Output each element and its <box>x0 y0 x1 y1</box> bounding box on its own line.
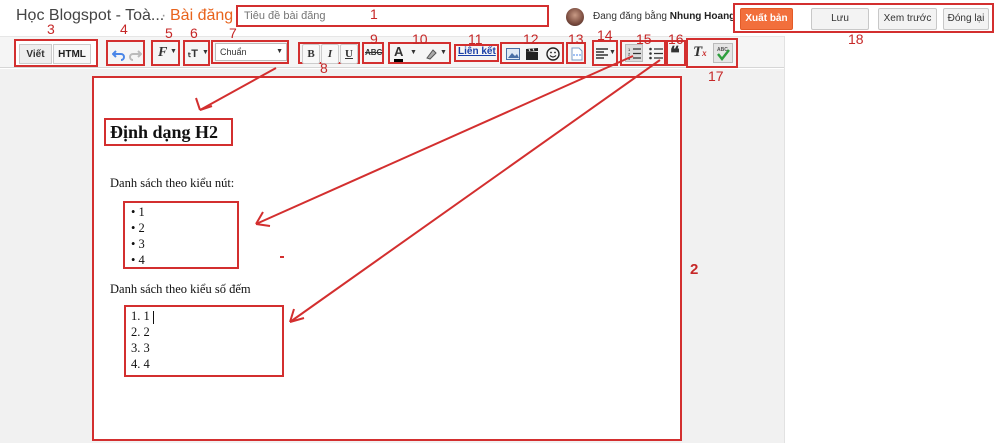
annotation-mark <box>280 256 284 258</box>
highlight-icon[interactable] <box>424 47 438 61</box>
chevron-down-icon: ▼ <box>202 49 209 56</box>
bullet-caption[interactable]: Danh sách theo kiểu nút: <box>110 176 234 191</box>
chevron-down-icon: ▼ <box>170 48 177 55</box>
annotation-number: 13 <box>568 31 584 47</box>
ordered-list: 1. 1 2. 2 3. 3 4. 4 <box>124 305 284 377</box>
annotation-number: 5 <box>165 25 173 41</box>
clear-spell-group: Tx ABC <box>686 38 738 68</box>
annotation-number: 17 <box>708 68 724 84</box>
annotation-number: 12 <box>523 31 539 47</box>
bullet-list: • 1 • 2 • 3 • 4 <box>123 201 239 269</box>
annotation-number: 7 <box>229 25 237 41</box>
video-icon[interactable] <box>525 47 539 61</box>
align-group: ▼ <box>592 40 618 66</box>
list-item[interactable]: 4. 4 <box>131 357 150 372</box>
clear-format-icon[interactable]: Tx <box>693 44 707 61</box>
svg-text:3: 3 <box>628 56 631 60</box>
redo-icon[interactable] <box>128 47 142 61</box>
avatar[interactable] <box>566 8 584 26</box>
list-item[interactable]: 1. 1 <box>131 309 150 324</box>
list-item[interactable]: • 3 <box>131 237 145 252</box>
bold-button[interactable]: B <box>302 44 320 64</box>
spellcheck-icon: ABC <box>717 47 730 61</box>
annotation-number: 16 <box>668 31 684 47</box>
list-item[interactable]: 2. 2 <box>131 325 150 340</box>
annotation-number: 11 <box>468 31 483 47</box>
page-label: Bài đăng <box>170 7 234 24</box>
font-size-icon[interactable]: ₜT <box>188 47 198 60</box>
annotation-number: 10 <box>412 31 428 47</box>
blog-title[interactable]: Học Blogspot - Toà... <box>16 7 164 25</box>
strikethrough-button[interactable]: ABC <box>365 48 382 57</box>
annotation-number: 3 <box>47 21 55 37</box>
annotation-number: 14 <box>597 27 613 43</box>
list-item[interactable]: • 1 <box>131 205 145 220</box>
chevron-down-icon: ▼ <box>609 49 616 56</box>
close-button[interactable]: Đóng lại <box>943 8 989 30</box>
html-mode-button[interactable]: HTML <box>53 44 91 64</box>
image-icon[interactable] <box>506 48 520 60</box>
action-buttons-group: Xuất bản Lưu Xem trước Đóng lại <box>733 3 994 33</box>
text-style-group: B I U <box>298 42 360 64</box>
compose-mode-button[interactable]: Viết <box>19 44 52 64</box>
chevron-down-icon: ▼ <box>410 49 417 56</box>
font-family-group: F ▼ <box>151 40 180 66</box>
annotation-number: 6 <box>190 25 198 41</box>
annotation-number: 8 <box>320 60 328 76</box>
save-button[interactable]: Lưu <box>811 8 869 30</box>
font-icon[interactable]: F <box>158 45 167 61</box>
format-group: Chuẩn ▼ <box>211 40 289 64</box>
list-item[interactable]: • 2 <box>131 221 145 236</box>
publish-button[interactable]: Xuất bản <box>740 8 793 30</box>
chevron-down-icon: ▼ <box>276 48 283 55</box>
annotation-number: 2 <box>690 261 699 278</box>
mode-switch: Viết HTML <box>14 39 98 67</box>
annotation-number: 18 <box>848 31 864 47</box>
post-title-field <box>236 5 549 27</box>
post-title-input[interactable] <box>238 7 547 25</box>
bullet-list-icon[interactable] <box>649 47 663 60</box>
align-icon[interactable] <box>596 48 608 59</box>
author-status: Đang đăng bằng Nhung Hoang <box>593 11 735 22</box>
font-size-group: ₜT ▼ <box>183 40 210 66</box>
link-button[interactable]: Liên kết <box>458 46 496 57</box>
heading-box: Định dạng H2 <box>104 118 233 146</box>
undo-redo-group <box>106 40 145 66</box>
list-item[interactable]: 3. 3 <box>131 341 150 356</box>
right-sidebar <box>784 36 1000 443</box>
annotation-number: 4 <box>120 21 128 37</box>
list-item[interactable]: • 4 <box>131 253 145 268</box>
annotation-number: 1 <box>370 6 378 22</box>
undo-icon[interactable] <box>112 47 126 61</box>
author-name: Nhung Hoang <box>669 11 736 22</box>
heading-h2[interactable]: Định dạng H2 <box>110 122 218 143</box>
emoji-icon[interactable] <box>546 47 560 61</box>
title-separator: · <box>161 7 167 24</box>
format-value: Chuẩn <box>220 47 247 57</box>
format-select[interactable]: Chuẩn ▼ <box>215 43 287 61</box>
chevron-down-icon: ▼ <box>440 49 447 56</box>
numbered-list-icon: 123 <box>628 47 641 60</box>
text-cursor <box>153 311 154 324</box>
ordered-caption[interactable]: Danh sách theo kiểu số đếm <box>110 282 251 297</box>
annotation-number: 15 <box>636 31 652 47</box>
status-text: Đang đăng bằng <box>593 11 667 22</box>
annotation-number: 9 <box>370 31 378 47</box>
preview-button[interactable]: Xem trước <box>878 8 937 30</box>
spellcheck-button[interactable]: ABC <box>713 43 733 63</box>
text-color-icon[interactable]: A <box>394 45 404 62</box>
underline-button[interactable]: U <box>340 44 358 64</box>
jump-break-icon[interactable] <box>570 47 584 61</box>
